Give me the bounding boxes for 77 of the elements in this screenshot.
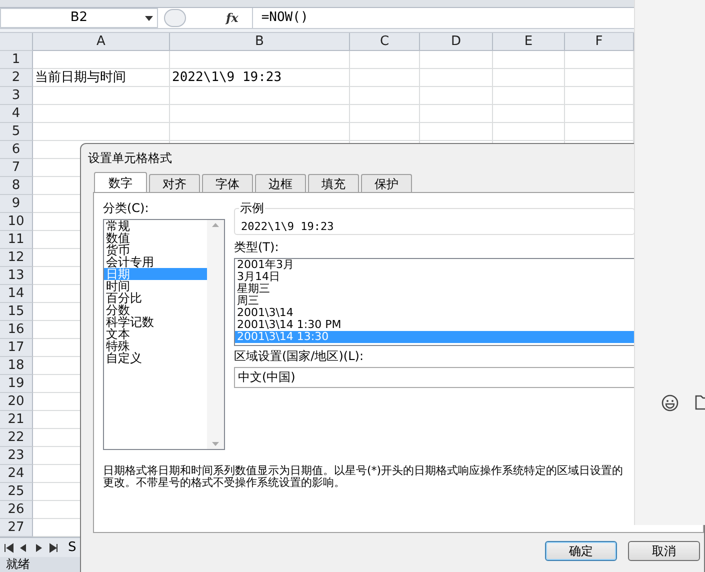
tab[interactable]: 字体 [202, 174, 253, 192]
name-box[interactable]: B2 [0, 8, 158, 28]
dialog-title: 设置单元格格式 [88, 151, 172, 165]
resize-handle[interactable] [164, 9, 186, 27]
row-header[interactable]: 25 [0, 483, 33, 501]
list-item[interactable]: 百分比 [104, 292, 207, 304]
list-item[interactable]: 文本 [104, 328, 207, 340]
row-header[interactable]: 12 [0, 249, 33, 267]
tab[interactable]: 边框 [255, 174, 306, 192]
column-header[interactable]: C [350, 33, 420, 51]
row-header[interactable]: 13 [0, 267, 33, 285]
row-header[interactable]: 2 [0, 69, 33, 87]
list-item[interactable]: 2001\3\14 [235, 307, 634, 319]
tab[interactable]: 保护 [361, 174, 412, 192]
row-header[interactable]: 8 [0, 177, 33, 195]
tab[interactable]: 对齐 [149, 174, 200, 192]
cancel-button[interactable]: 取消 [628, 541, 700, 561]
row-header[interactable]: 27 [0, 519, 33, 537]
list-item[interactable]: 星期三 [235, 283, 634, 295]
row-header[interactable]: 1 [0, 51, 33, 69]
tab[interactable]: 数字 [94, 172, 147, 192]
list-item[interactable]: 2001年3月 [235, 259, 634, 271]
row-header[interactable]: 14 [0, 285, 33, 303]
list-item[interactable]: 会计专用 [104, 256, 207, 268]
list-item[interactable]: 常规 [104, 220, 207, 232]
locale-dropdown[interactable]: 中文(中国) [234, 367, 635, 388]
column-header[interactable]: B [170, 33, 350, 51]
sheet-tab[interactable]: S [68, 538, 76, 558]
row-header[interactable]: 26 [0, 501, 33, 519]
column-header[interactable]: E [493, 33, 565, 51]
list-item[interactable]: 2001\3\14 1:30 PM [235, 319, 634, 331]
row-header[interactable]: 23 [0, 447, 33, 465]
row-header[interactable]: 15 [0, 303, 33, 321]
list-item[interactable]: 科学记数 [104, 316, 207, 328]
column-header[interactable]: D [420, 33, 493, 51]
folder-icon[interactable] [695, 394, 705, 410]
ok-button[interactable]: 确定 [545, 541, 617, 561]
row-header[interactable]: 4 [0, 105, 33, 123]
list-item[interactable]: 时间 [104, 280, 207, 292]
row-header[interactable]: 3 [0, 87, 33, 105]
type-label: 类型(T): [234, 240, 280, 254]
category-listbox[interactable]: 常规 数值 货币 会计专用 日期 时间 百分比 分数 科学记数 文本 特殊 自定义 [103, 219, 225, 450]
table-cell-text: 当前日期与时间 [34, 69, 127, 86]
type-listbox[interactable]: 2001年3月 3月14日 星期三 周三 2001\3\14 2001\3\14 1:30 PM 2001\3\14 13:30 [234, 258, 635, 346]
sample-value: 2022\1\9 19:23 [241, 220, 334, 233]
list-item[interactable]: 3月14日 [235, 271, 634, 283]
row-header[interactable]: 18 [0, 357, 33, 375]
row-header[interactable]: 6 [0, 141, 33, 159]
row-header[interactable]: 17 [0, 339, 33, 357]
row-header[interactable]: 11 [0, 231, 33, 249]
column-header[interactable]: A [33, 33, 170, 51]
list-item[interactable]: 周三 [235, 295, 634, 307]
list-item[interactable]: 分数 [104, 304, 207, 316]
list-item[interactable]: 数值 [104, 232, 207, 244]
emoji-icon[interactable] [661, 394, 679, 412]
row-header[interactable]: 19 [0, 375, 33, 393]
category-label: 分类(C): [103, 201, 150, 215]
dropdown-caret-icon[interactable] [145, 16, 153, 21]
row-header[interactable]: 7 [0, 159, 33, 177]
row-header[interactable]: 20 [0, 393, 33, 411]
group-label: 示例 [239, 201, 265, 215]
row-header[interactable]: 22 [0, 429, 33, 447]
list-item[interactable]: 自定义 [104, 352, 207, 364]
row-header[interactable]: 5 [0, 123, 33, 141]
locale-label: 区域设置(国家/地区)(L): [234, 349, 364, 363]
row-header[interactable]: 24 [0, 465, 33, 483]
list-item[interactable]: 货币 [104, 244, 207, 256]
row-header[interactable]: 21 [0, 411, 33, 429]
row-header[interactable]: 9 [0, 195, 33, 213]
row-header[interactable]: 16 [0, 321, 33, 339]
description-text: 日期格式将日期和时间系列数值显示为日期值。以星号(*)开头的日期格式响应操作系统特定的区域日设置的更改。不带星号的格式不受操作系统设置的影响。 [103, 465, 624, 489]
list-item[interactable]: 特殊 [104, 340, 207, 352]
function-button[interactable]: fx [226, 9, 238, 27]
column-header[interactable]: F [565, 33, 634, 51]
table-cell-text: 2022\1\9 19:23 [171, 69, 283, 86]
row-header[interactable]: 10 [0, 213, 33, 231]
tab[interactable]: 填充 [308, 174, 359, 192]
